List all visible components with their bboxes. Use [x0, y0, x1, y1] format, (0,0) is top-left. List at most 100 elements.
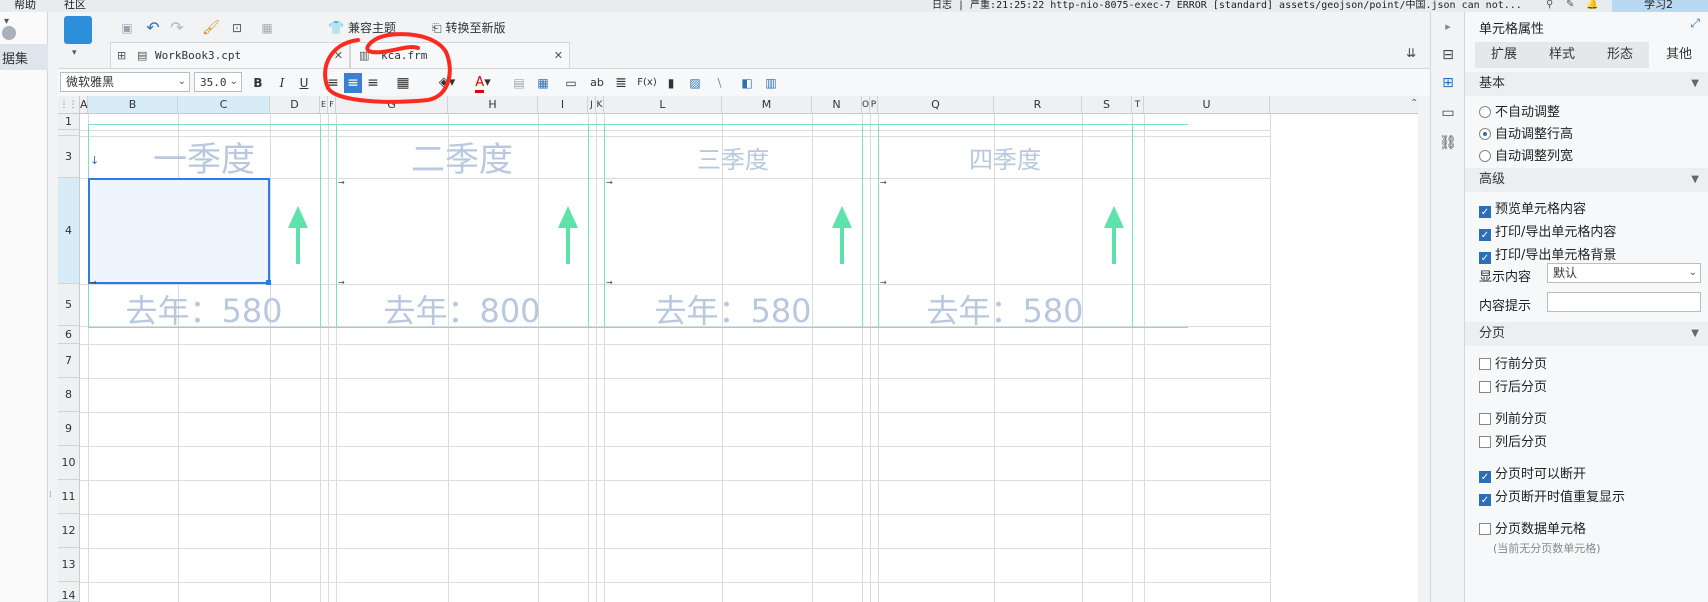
column-header[interactable]: B	[88, 96, 178, 114]
tab-menu-icon[interactable]: ⇊	[1406, 46, 1416, 60]
select-all-corner[interactable]: ⋮⋮	[58, 96, 80, 114]
radio-no-auto[interactable]: 不自动调整	[1479, 101, 1560, 120]
datasets-item[interactable]: 据集	[0, 44, 48, 70]
checkbox-page-data-cell[interactable]: 分页数据单元格	[1479, 518, 1586, 537]
checkbox-page-before-row[interactable]: 行前分页	[1479, 353, 1547, 372]
paragraph-icon[interactable]: ≣	[612, 73, 630, 93]
search-icon[interactable]: ⚲	[1546, 0, 1557, 10]
edit-icon[interactable]: ✎	[1566, 0, 1577, 10]
checkbox-print-background[interactable]: ✓ 打印/导出单元格背景	[1479, 244, 1616, 264]
column-header[interactable]: N	[812, 96, 862, 114]
tab-expand[interactable]: 扩展	[1475, 42, 1533, 68]
condition-icon[interactable]: ▭	[1439, 104, 1457, 122]
layout-icon[interactable]: ▥	[762, 73, 780, 93]
row-header[interactable]: 14	[58, 582, 80, 602]
column-header[interactable]: O	[862, 96, 870, 114]
widget-layout-icon[interactable]: ⊟	[1439, 46, 1457, 64]
radio-auto-col-width[interactable]: 自动调整列宽	[1479, 145, 1573, 164]
selected-cell[interactable]	[88, 178, 270, 284]
spreadsheet-grid[interactable]: ⋮⋮ A B C D E F G H I J K L M N O P Q R S…	[58, 96, 1418, 602]
tab-form[interactable]: 形态	[1591, 42, 1649, 68]
save-icon[interactable]: ▣	[118, 18, 136, 38]
row-header[interactable]: 6	[58, 326, 80, 344]
splitter-handle[interactable]: ⁞	[49, 490, 52, 500]
checkbox-repeat-value[interactable]: ✓ 分页断开时值重复显示	[1479, 486, 1625, 506]
font-color-icon[interactable]: A▾	[468, 73, 498, 93]
column-header[interactable]: M	[722, 96, 812, 114]
column-header[interactable]: C	[178, 96, 270, 114]
column-header[interactable]: Q	[878, 96, 994, 114]
cell-merge-icon[interactable]: ▦	[258, 18, 276, 38]
scroll-up-icon[interactable]: ⌃	[1410, 98, 1418, 109]
row-header[interactable]: 1	[58, 114, 80, 130]
section-basic[interactable]: 基本 ▼	[1465, 72, 1708, 96]
row-header[interactable]: 12	[58, 514, 80, 548]
tab-other[interactable]: 其他	[1649, 42, 1708, 68]
column-header[interactable]: T	[1132, 96, 1144, 114]
tab-style[interactable]: 样式	[1533, 42, 1591, 68]
slash-icon[interactable]: ∖	[710, 73, 728, 93]
column-header[interactable]: R	[994, 96, 1082, 114]
row-header[interactable]: 8	[58, 378, 80, 412]
row-header[interactable]: 13	[58, 548, 80, 582]
column-header[interactable]: D	[270, 96, 320, 114]
column-header[interactable]: P	[870, 96, 878, 114]
row-header[interactable]: 10	[58, 446, 80, 480]
redo-icon[interactable]: ↷	[168, 18, 186, 38]
bell-icon[interactable]: 🔔	[1586, 0, 1598, 10]
learn-button[interactable]: 学习2	[1612, 0, 1708, 12]
row-header[interactable]: 9	[58, 412, 80, 446]
column-header[interactable]: J	[588, 96, 596, 114]
tab-workbook3[interactable]: ⊞ ▤ WorkBook3.cpt ✕	[110, 42, 350, 68]
checkbox-print-content[interactable]: ✓ 打印/导出单元格内容	[1479, 221, 1616, 241]
grid-table-icon[interactable]: ▦	[534, 73, 552, 93]
pin-icon[interactable]: ⤢	[1690, 16, 1700, 31]
link-icon[interactable]: ⛓	[1439, 134, 1457, 152]
column-header[interactable]: L	[604, 96, 722, 114]
column-header[interactable]: I	[538, 96, 588, 114]
column-header[interactable]: U	[1144, 96, 1270, 114]
font-family-select[interactable]: 微软雅黑 ⌄	[60, 72, 190, 92]
formula-button[interactable]: F(x)	[636, 73, 658, 93]
text-ab-button[interactable]: ab	[588, 73, 606, 93]
section-paging[interactable]: 分页 ▼	[1465, 322, 1708, 346]
row-header[interactable]: 5	[58, 284, 80, 326]
italic-button[interactable]: I	[274, 73, 290, 93]
checkbox-can-break[interactable]: ✓ 分页时可以断开	[1479, 463, 1586, 483]
text-field-icon[interactable]: ▭	[562, 73, 580, 93]
table-icon[interactable]: ▤	[510, 73, 528, 93]
column-header[interactable]: K	[596, 96, 604, 114]
subreport-icon[interactable]: ◧	[738, 73, 756, 93]
section-advanced[interactable]: 高级 ▼	[1465, 168, 1708, 192]
radio-auto-row-height[interactable]: 自动调整行高	[1479, 123, 1573, 142]
template-dropdown-icon[interactable]: ▾	[72, 48, 77, 58]
preview-icon[interactable]: ⊡	[228, 18, 246, 38]
chart-icon[interactable]: ▮	[662, 73, 680, 93]
close-icon[interactable]: ✕	[554, 43, 563, 69]
row-header[interactable]: 4	[58, 178, 80, 284]
column-header[interactable]: H	[448, 96, 538, 114]
row-header[interactable]: 7	[58, 344, 80, 378]
display-content-select[interactable]: 默认 ⌄	[1547, 263, 1701, 283]
bold-button[interactable]: B	[250, 73, 266, 93]
image-icon[interactable]: ▨	[686, 73, 704, 93]
menu-help[interactable]: 帮助	[14, 0, 36, 12]
collapse-panel-icon[interactable]: ▸	[1439, 18, 1457, 36]
menu-community[interactable]: 社区	[64, 0, 86, 12]
underline-button[interactable]: U	[296, 73, 312, 93]
checkbox-page-after-row[interactable]: 行后分页	[1479, 376, 1547, 395]
fill-handle[interactable]	[266, 280, 271, 285]
row-header[interactable]: 3	[58, 136, 80, 178]
checkbox-page-after-col[interactable]: 列后分页	[1479, 431, 1547, 450]
font-size-select[interactable]: 35.0 ⌄	[194, 72, 242, 92]
new-template-icon[interactable]	[64, 16, 92, 44]
log-message[interactable]: 日志 | 严重:21:25:22 http-nio-8075-exec-7 ER…	[932, 0, 1522, 11]
cell-attribute-icon[interactable]: ⊞	[1439, 74, 1457, 92]
column-header[interactable]: A	[80, 96, 88, 114]
checkbox-preview-content[interactable]: ✓ 预览单元格内容	[1479, 198, 1586, 218]
format-painter-icon[interactable]: 🖌	[202, 18, 220, 38]
undo-icon[interactable]: ↶	[144, 18, 162, 38]
column-header[interactable]: S	[1082, 96, 1132, 114]
row-header[interactable]: 11	[58, 480, 80, 514]
content-tip-input[interactable]	[1547, 292, 1701, 312]
